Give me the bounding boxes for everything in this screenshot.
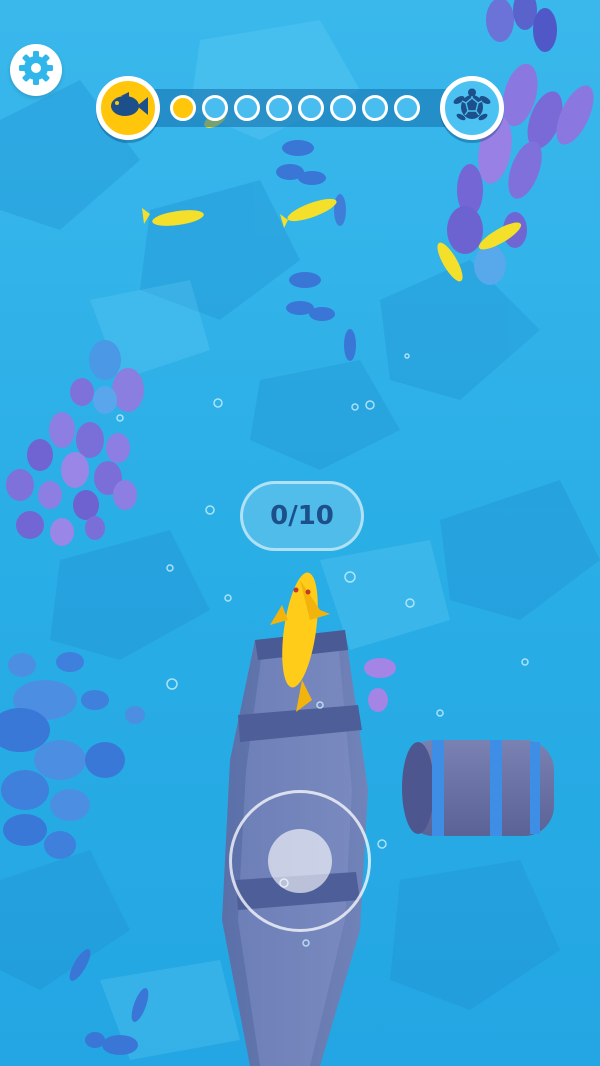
fish-icon [107,91,149,125]
start-badge [96,76,160,140]
virtual-joystick[interactable] [229,790,371,932]
catch-counter: 0/10 [240,481,364,551]
barrel [402,740,554,836]
progress-dot [170,95,196,121]
progress-dot [202,95,228,121]
end-badge [440,76,504,140]
progress-dot [266,95,292,121]
progress-dot [362,95,388,121]
joystick-knob[interactable] [268,829,332,893]
catch-counter-text: 0/10 [270,501,334,531]
progress-dot [298,95,324,121]
progress-dot [234,95,260,121]
turtle-icon [452,88,492,128]
gear-icon [16,48,56,92]
settings-button[interactable] [10,44,62,96]
level-progress-dots [170,92,440,124]
progress-dot [394,95,420,121]
progress-dot [330,95,356,121]
